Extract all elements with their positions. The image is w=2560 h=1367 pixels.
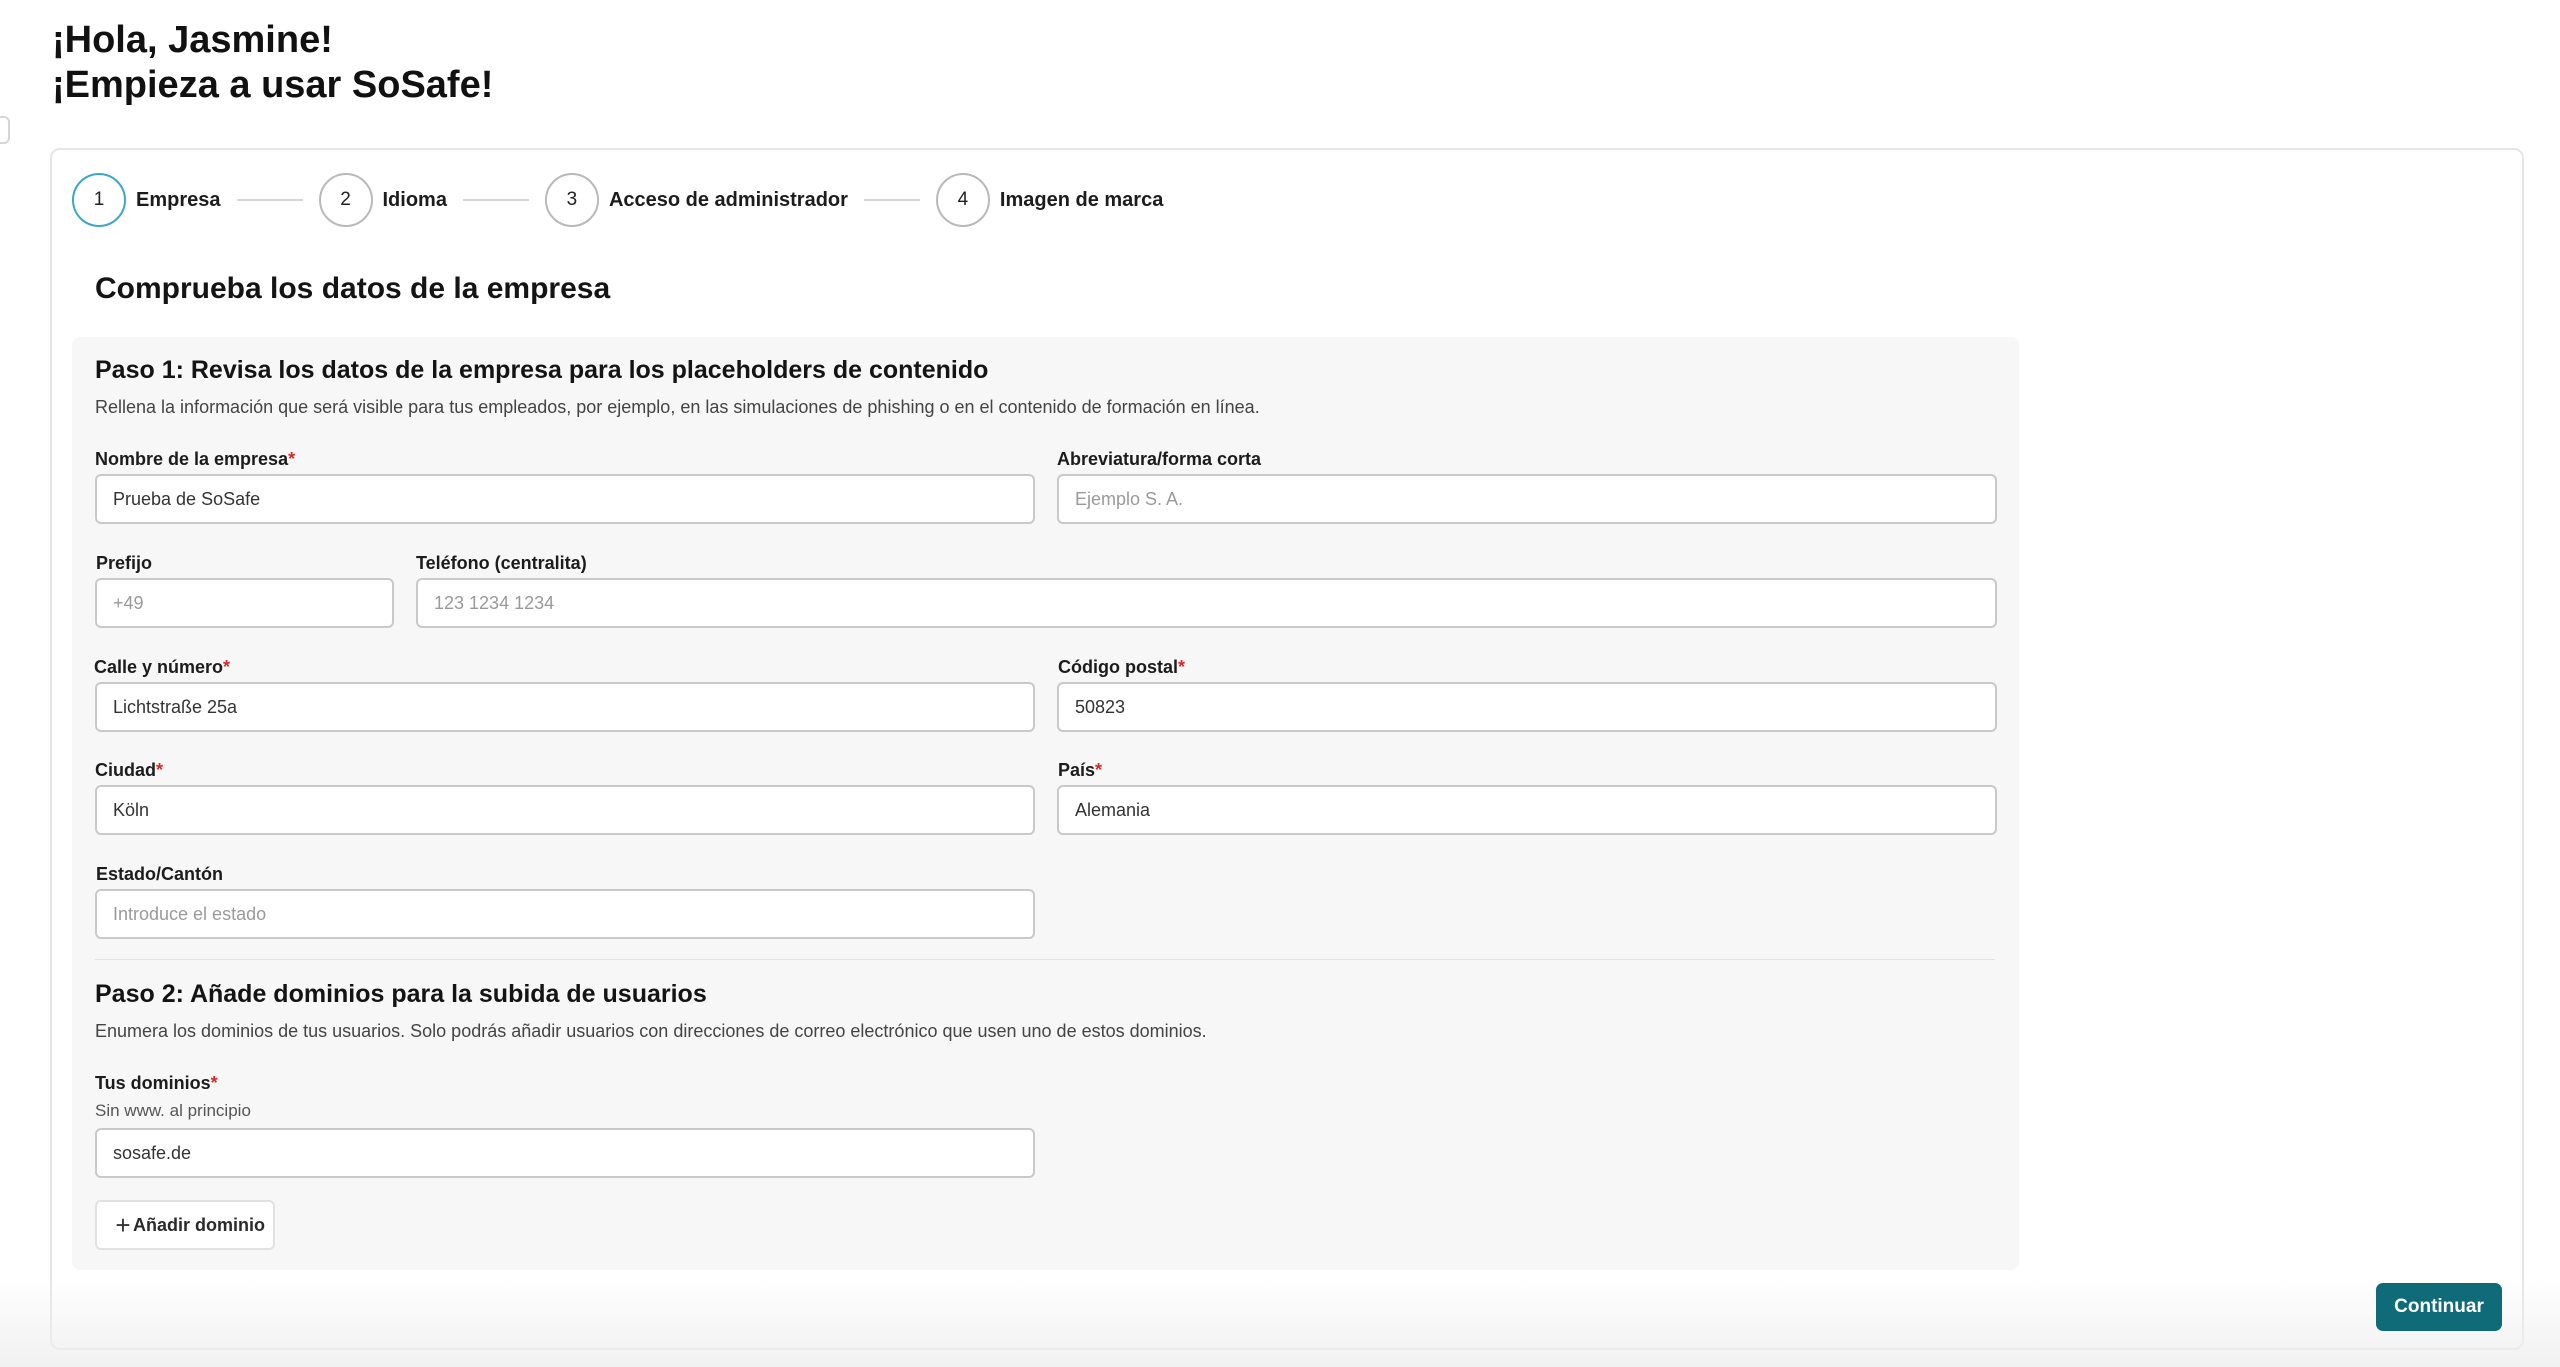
- step1-description: Rellena la información que será visible …: [95, 397, 1260, 417]
- plus-icon: +: [115, 1210, 131, 1240]
- country-input[interactable]: [1057, 785, 1997, 835]
- abbreviation-label: Abreviatura/forma corta: [1057, 449, 1262, 469]
- add-domain-label: Añadir dominio: [133, 1215, 265, 1235]
- section-divider: [95, 959, 1995, 960]
- country-label-text: País: [1058, 760, 1096, 780]
- add-domain-button[interactable]: + Añadir dominio: [95, 1200, 275, 1250]
- state-label: Estado/Cantón: [96, 864, 224, 884]
- required-mark: *: [1095, 760, 1103, 780]
- city-label-text: Ciudad: [95, 760, 156, 780]
- greeting-heading: ¡Hola, Jasmine! ¡Empieza a usar SoSafe!: [52, 18, 493, 108]
- required-mark: *: [1178, 657, 1186, 677]
- step-connector: [863, 199, 920, 201]
- greeting-line-2: ¡Empieza a usar SoSafe!: [52, 64, 494, 106]
- phone-label: Teléfono (centralita): [416, 553, 587, 573]
- city-input[interactable]: [95, 785, 1035, 835]
- domains-label-text: Tus dominios: [95, 1073, 211, 1093]
- company-name-label-text: Nombre de la empresa: [95, 449, 289, 469]
- step2-title: Paso 2: Añade dominios para la subida de…: [95, 980, 707, 1008]
- company-name-input[interactable]: [95, 474, 1035, 524]
- phone-input[interactable]: [416, 578, 1997, 628]
- city-label: Ciudad*: [95, 760, 163, 781]
- step-label: Empresa: [136, 188, 221, 211]
- prefix-label: Prefijo: [96, 553, 153, 573]
- state-input[interactable]: [95, 889, 1035, 939]
- street-label-text: Calle y número: [94, 657, 224, 677]
- required-mark: *: [156, 760, 164, 780]
- abbreviation-input[interactable]: [1057, 474, 1997, 524]
- step-label: Idioma: [382, 188, 447, 211]
- street-input[interactable]: [95, 682, 1035, 732]
- step-label: Imagen de marca: [999, 188, 1164, 211]
- step-acceso-administrador[interactable]: 3 Acceso de administrador: [544, 173, 848, 227]
- step2-description: Enumera los dominios de tus usuarios. So…: [95, 1021, 1207, 1041]
- step-label: Acceso de administrador: [608, 188, 848, 211]
- step-idioma[interactable]: 2 Idioma: [318, 173, 447, 227]
- required-mark: *: [288, 449, 296, 469]
- step-number: 2: [318, 173, 373, 227]
- continue-button[interactable]: Continuar: [2376, 1283, 2502, 1331]
- required-mark: *: [223, 657, 231, 677]
- postal-code-label: Código postal*: [1058, 657, 1185, 678]
- postal-code-label-text: Código postal: [1058, 657, 1178, 677]
- step-number: 3: [544, 173, 599, 227]
- domains-hint: Sin www. al principio: [95, 1101, 251, 1120]
- company-name-label: Nombre de la empresa*: [95, 449, 295, 470]
- page-title: Comprueba los datos de la empresa: [95, 272, 611, 305]
- progress-stepper: 1 Empresa 2 Idioma 3 Acceso de administr…: [72, 172, 1163, 228]
- side-panel-handle[interactable]: [0, 116, 10, 144]
- street-label: Calle y número*: [94, 657, 230, 678]
- prefix-input[interactable]: [95, 578, 394, 628]
- step-connector: [236, 199, 303, 201]
- required-mark: *: [210, 1073, 218, 1093]
- step-number: 1: [72, 173, 126, 227]
- postal-code-input[interactable]: [1057, 682, 1997, 732]
- country-label: País*: [1058, 760, 1102, 781]
- step-connector: [462, 199, 529, 201]
- step-imagen-de-marca[interactable]: 4 Imagen de marca: [935, 173, 1164, 227]
- step-number: 4: [935, 173, 990, 227]
- step-empresa[interactable]: 1 Empresa: [72, 173, 221, 227]
- domain-input[interactable]: [95, 1128, 1035, 1178]
- greeting-line-1: ¡Hola, Jasmine!: [52, 19, 333, 61]
- domains-label: Tus dominios*: [95, 1073, 218, 1094]
- step1-title: Paso 1: Revisa los datos de la empresa p…: [95, 356, 989, 384]
